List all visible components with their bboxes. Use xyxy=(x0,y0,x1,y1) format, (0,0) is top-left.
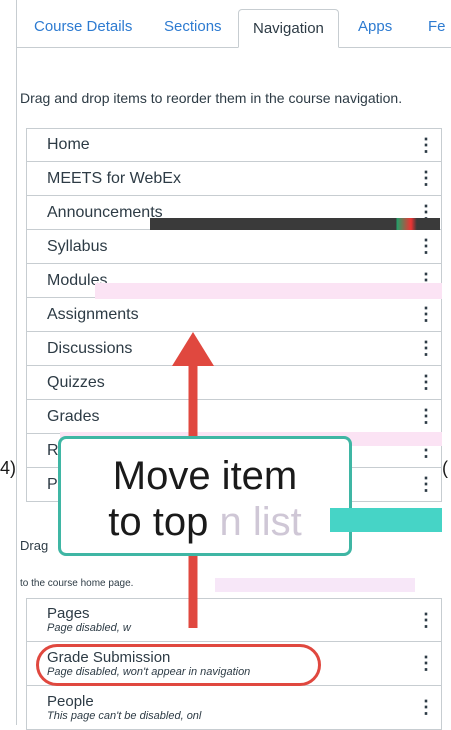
instructions-text: Drag and drop items to reorder them in t… xyxy=(20,90,403,106)
nav-item-label: Grades xyxy=(47,407,100,425)
nav-item-label: Syllabus xyxy=(47,237,108,255)
callout-box: Move item to top n list xyxy=(58,436,352,556)
nav-item-label: Announcements xyxy=(47,203,163,221)
kebab-menu-icon[interactable]: ⋮ xyxy=(417,406,435,427)
tab-sections[interactable]: Sections xyxy=(164,18,222,35)
kebab-menu-icon[interactable]: ⋮ xyxy=(417,610,435,631)
nav-item-status: This page can't be disabled, onl xyxy=(47,709,202,722)
tab-bar: Course Details Sections Navigation Apps … xyxy=(16,0,451,48)
glitch-artifact xyxy=(95,283,442,299)
kebab-menu-icon[interactable]: ⋮ xyxy=(417,236,435,257)
kebab-menu-icon[interactable]: ⋮ xyxy=(417,697,435,718)
callout-line-2: to top n list xyxy=(61,499,349,545)
glitch-artifact xyxy=(150,218,440,230)
nav-item-label: MEETS for WebEx xyxy=(47,169,181,187)
callout-line-1: Move item xyxy=(112,454,298,498)
nav-item-home[interactable]: Home ⋮ xyxy=(26,128,442,162)
kebab-menu-icon[interactable]: ⋮ xyxy=(417,304,435,325)
nav-item-label: P xyxy=(47,475,58,493)
tab-features[interactable]: Fe xyxy=(428,18,446,35)
tab-apps[interactable]: Apps xyxy=(358,18,392,35)
glitch-artifact xyxy=(215,578,415,592)
glitch-artifact xyxy=(330,508,442,532)
nav-item-people[interactable]: People This page can't be disabled, onl … xyxy=(26,686,442,730)
nav-item-quizzes[interactable]: Quizzes ⋮ xyxy=(26,366,442,400)
callout-line-2b: n list xyxy=(219,500,302,544)
nav-item-meets-webex[interactable]: MEETS for WebEx ⋮ xyxy=(26,162,442,196)
nav-item-grades[interactable]: Grades ⋮ xyxy=(26,400,442,434)
callout-line-2a: to top xyxy=(108,500,209,544)
nav-item-discussions[interactable]: Discussions ⋮ xyxy=(26,332,442,366)
tab-navigation[interactable]: Navigation xyxy=(238,9,339,48)
kebab-menu-icon[interactable]: ⋮ xyxy=(417,372,435,393)
nav-item-label: People xyxy=(47,692,94,710)
tab-divider xyxy=(16,47,451,48)
tab-course-details[interactable]: Course Details xyxy=(34,18,132,35)
nav-item-assignments[interactable]: Assignments ⋮ xyxy=(26,298,442,332)
kebab-menu-icon[interactable]: ⋮ xyxy=(417,653,435,674)
disabled-instructions: Drag xyxy=(20,538,49,553)
side-label-left: 4) xyxy=(0,458,17,478)
nav-item-label: Home xyxy=(47,136,90,153)
nav-item-label: Assignments xyxy=(47,305,139,323)
nav-item-text: Pages Page disabled, w xyxy=(47,605,131,635)
nav-item-text: People This page can't be disabled, onl xyxy=(47,693,201,723)
disabled-instructions-2: to the course home page. xyxy=(20,578,134,589)
nav-item-pages[interactable]: Pages Page disabled, w ⋮ xyxy=(26,598,442,642)
highlight-oval xyxy=(36,644,321,686)
nav-item-label: Discussions xyxy=(47,339,133,357)
side-label-right: ( xyxy=(442,458,448,478)
nav-item-label: Pages xyxy=(47,605,90,622)
nav-item-status: Page disabled, w xyxy=(47,622,131,634)
kebab-menu-icon[interactable]: ⋮ xyxy=(417,168,435,189)
nav-item-label: Quizzes xyxy=(47,373,105,391)
callout-text: Move item to top n list xyxy=(61,453,349,545)
nav-item-label: R xyxy=(47,441,59,459)
nav-item-syllabus[interactable]: Syllabus ⋮ xyxy=(26,230,442,264)
kebab-menu-icon[interactable]: ⋮ xyxy=(417,135,435,156)
kebab-menu-icon[interactable]: ⋮ xyxy=(417,474,435,495)
kebab-menu-icon[interactable]: ⋮ xyxy=(417,338,435,359)
